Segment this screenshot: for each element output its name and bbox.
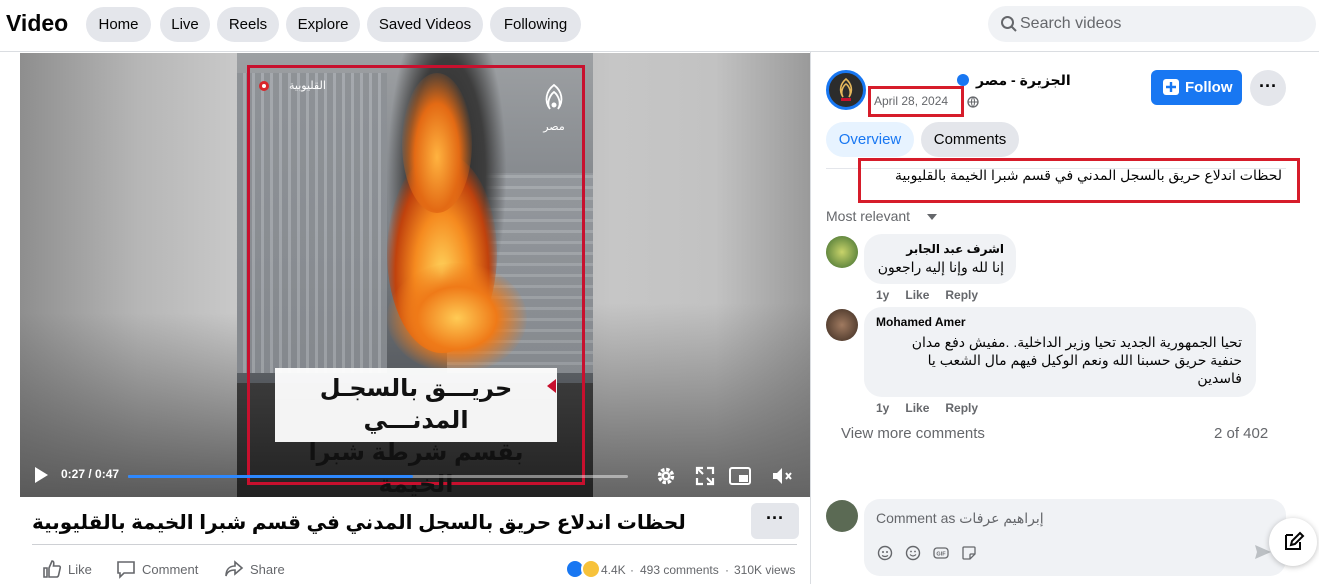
search-icon (1001, 16, 1017, 32)
comment-author[interactable]: Mohamed Amer (876, 315, 1244, 329)
search-input[interactable] (1020, 6, 1300, 42)
like-button[interactable]: Like (42, 559, 92, 579)
seek-progress (128, 475, 413, 478)
nav-reels[interactable]: Reels (217, 7, 279, 42)
action-row: Like Comment Share 4.4K · 493 comments ·… (32, 544, 797, 584)
stats-separator: · (630, 563, 634, 577)
share-icon (225, 560, 244, 577)
comment-meta: 1y Like Reply (876, 288, 994, 302)
search-box[interactable] (988, 6, 1316, 42)
comments-count[interactable]: 493 comments (640, 563, 719, 577)
page-more-button[interactable]: ··· (1250, 70, 1286, 106)
picture-in-picture-icon[interactable] (728, 464, 752, 488)
play-icon[interactable] (32, 466, 50, 484)
compose-edit-icon (1285, 531, 1305, 550)
seek-bar[interactable] (128, 475, 628, 478)
video-frame: القليوبية مصر حريـــق بالسجـل المدنـــي … (237, 53, 593, 497)
fullscreen-icon[interactable] (693, 464, 717, 488)
gif-icon[interactable]: GIF (933, 545, 949, 561)
aljazeera-logo-icon (545, 83, 563, 110)
share-button[interactable]: Share (224, 559, 285, 579)
thumbs-up-icon (43, 560, 62, 578)
comment-text: تحيا الجمهورية الجديد تحيا وزير الداخلية… (911, 334, 1242, 386)
comment-age[interactable]: 1y (876, 288, 889, 302)
overlay-logo-text: مصر (543, 121, 565, 133)
overlay-location: القليوبية (289, 80, 326, 92)
video-player[interactable]: القليوبية مصر حريـــق بالسجـل المدنـــي … (20, 53, 810, 497)
svg-text:GIF: GIF (936, 552, 946, 558)
date-highlight-box (868, 86, 964, 117)
description-highlight-box (858, 158, 1300, 203)
sad-reaction-icon (581, 559, 601, 579)
stats-separator: · (725, 563, 729, 577)
comment-button[interactable]: Comment (116, 559, 198, 579)
my-avatar[interactable] (826, 500, 858, 532)
comment-bubble: اشرف عبد الجابر إنا لله وإنا إليه راجعون (864, 234, 1016, 284)
comment-bubble: Mohamed Amer تحيا الجمهورية الجديد تحيا … (864, 307, 1256, 397)
nav-following[interactable]: Following (490, 7, 581, 42)
aljazeera-logo-icon (839, 77, 853, 101)
comment-count: 2 of 402 (1214, 425, 1269, 442)
comment-author[interactable]: اشرف عبد الجابر (876, 242, 1004, 256)
avatar[interactable] (826, 309, 858, 341)
location-pin-icon (259, 81, 269, 91)
settings-gear-icon[interactable] (654, 464, 678, 488)
video-title: لحظات اندلاع حريق بالسجل المدني في قسم ش… (32, 512, 686, 534)
comment-reply-button[interactable]: Reply (945, 401, 978, 415)
top-bar: Video Home Live Reels Explore Saved Vide… (0, 0, 1319, 52)
nav-live[interactable]: Live (160, 7, 210, 42)
comment-reply-button[interactable]: Reply (945, 288, 978, 302)
mute-icon[interactable] (770, 464, 794, 488)
page-avatar[interactable] (826, 70, 866, 110)
video-time: 0:27 / 0:47 (61, 467, 120, 481)
reactions-count[interactable]: 4.4K (601, 563, 626, 577)
sticker-icon[interactable] (961, 545, 977, 561)
page-title: Video (6, 10, 69, 36)
nav-home[interactable]: Home (86, 7, 151, 42)
avatar[interactable] (826, 236, 858, 268)
verified-badge-icon (957, 74, 969, 86)
follow-icon (1163, 79, 1179, 95)
comment-text: إنا لله وإنا إليه راجعون (877, 259, 1004, 275)
chevron-down-icon (927, 214, 937, 220)
channel-logo: مصر (537, 83, 571, 139)
comment-like-button[interactable]: Like (905, 401, 929, 415)
tab-overview[interactable]: Overview (826, 122, 914, 157)
globe-icon (967, 96, 979, 108)
nav-saved-videos[interactable]: Saved Videos (367, 7, 483, 42)
comment-meta: 1y Like Reply (876, 401, 994, 415)
comment-icon (117, 561, 135, 579)
new-message-button[interactable] (1269, 518, 1317, 566)
comment-input[interactable]: Comment as إبراهيم عرفات (876, 510, 1044, 527)
nav-explore[interactable]: Explore (286, 7, 360, 42)
emoji-icon[interactable] (905, 545, 921, 561)
comment-like-button[interactable]: Like (905, 288, 929, 302)
comment-age[interactable]: 1y (876, 401, 889, 415)
sort-comments-dropdown[interactable]: Most relevant (826, 208, 910, 224)
view-more-comments-link[interactable]: View more comments (841, 425, 985, 442)
avatar-sticker-icon[interactable] (877, 545, 893, 561)
tab-comments[interactable]: Comments (921, 122, 1019, 157)
views-count: 310K views (734, 563, 796, 577)
video-controls: 0:27 / 0:47 (20, 460, 810, 496)
more-options-button[interactable]: ··· (751, 503, 799, 539)
page-name[interactable]: الجزيرة - مصر (976, 72, 1071, 89)
